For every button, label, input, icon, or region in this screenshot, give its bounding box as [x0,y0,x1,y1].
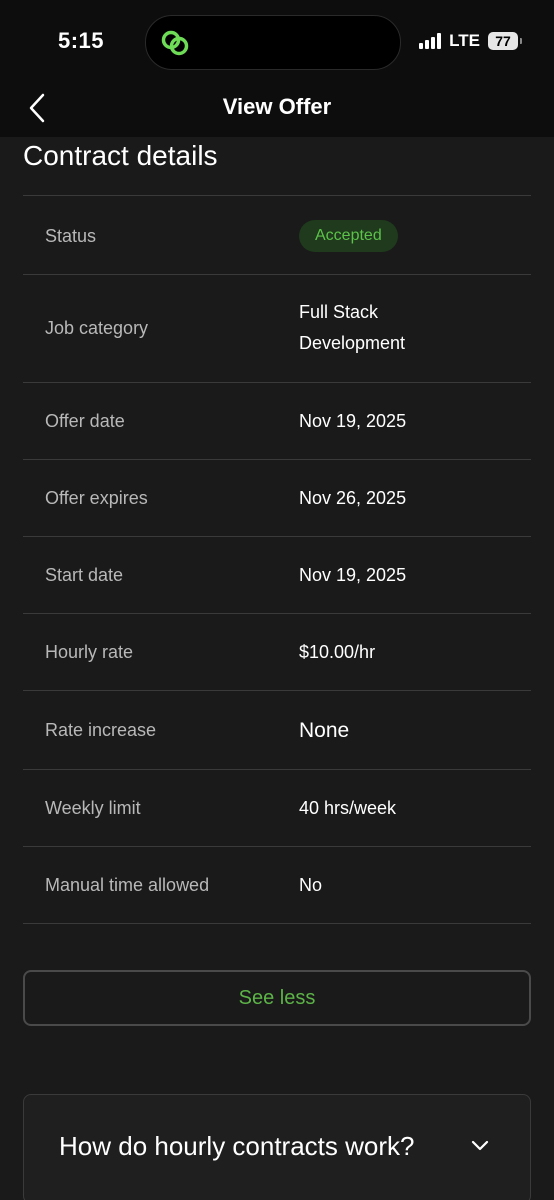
page-title: View Offer [222,94,332,119]
detail-value: Accepted [299,219,519,252]
upwork-logo-icon [161,30,189,56]
detail-label: Offer date [45,411,125,431]
detail-label: Offer expires [45,488,148,508]
signal-icon [419,33,442,49]
status-time: 5:15 [58,28,105,53]
detail-value: Nov 19, 2025 [299,565,407,585]
detail-label: Manual time allowed [45,875,210,895]
detail-row-offer-expires: Offer expires Nov 26, 2025 [23,459,531,536]
faq-title: How do hourly contracts work? [59,1131,415,1161]
see-less-button[interactable]: See less [23,970,531,1026]
detail-value: No [299,875,323,895]
detail-row-hourly-rate: Hourly rate $10.00/hr [23,613,531,690]
detail-row-status: Status Accepted [23,195,531,274]
detail-label: Start date [45,565,124,585]
detail-row-offer-date: Offer date Nov 19, 2025 [23,382,531,459]
status-badge: Accepted [299,220,398,252]
detail-value: None [299,719,350,742]
detail-value: 40 hrs/week [299,798,397,818]
battery-icon: 77 [488,32,522,50]
chevron-down-icon [471,1140,489,1151]
detail-label: Status [45,226,97,246]
detail-label: Weekly limit [45,798,141,818]
detail-row-rate-increase: Rate increase None [23,690,531,769]
status-bar: 5:15 LTE 77 [0,0,554,80]
hourly-contracts-faq[interactable]: How do hourly contracts work? [23,1094,531,1200]
detail-row-job-category: Job category Full Stack Development [23,274,531,382]
detail-value: Nov 19, 2025 [299,411,407,431]
contract-details-table: Status Accepted Job category Full Stack … [23,195,531,924]
section-title: Contract details [23,140,218,171]
detail-value: Full Stack Development [299,302,406,353]
detail-row-weekly-limit: Weekly limit 40 hrs/week [23,769,531,846]
network-type: LTE [449,31,480,50]
view-offer-screen: 5:15 LTE 77 View Offer Contract details … [0,0,554,1200]
dynamic-island [145,15,401,70]
detail-value: Nov 26, 2025 [299,488,407,508]
detail-label: Job category [45,318,149,338]
detail-value: $10.00/hr [299,642,376,662]
detail-label: Rate increase [45,720,157,740]
nav-header: View Offer [0,80,554,137]
detail-label: Hourly rate [45,642,134,662]
detail-row-start-date: Start date Nov 19, 2025 [23,536,531,613]
detail-row-manual-time: Manual time allowed No [23,846,531,924]
status-indicators: LTE 77 [419,30,522,52]
